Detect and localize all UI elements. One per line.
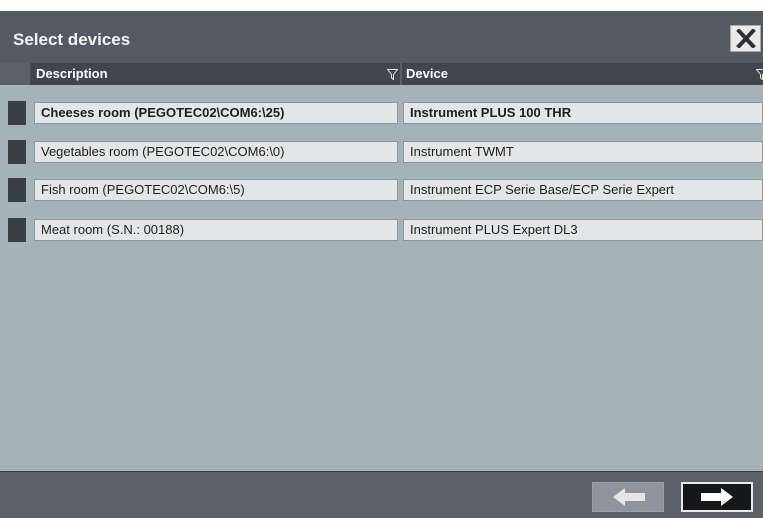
close-icon (736, 29, 756, 48)
table-cell-description[interactable]: Meat room (S.N.: 00188) (34, 219, 398, 241)
row-selector[interactable] (8, 218, 26, 242)
table-cell-device[interactable]: Instrument TWMT (403, 141, 763, 163)
dialog-title: Select devices (13, 30, 131, 49)
device-list-area: Description Device Cheeses room (PEGOTEC… (0, 63, 763, 471)
close-button[interactable] (730, 25, 761, 52)
dialog-footer (0, 471, 763, 518)
arrow-right-icon (701, 488, 733, 506)
row-selector[interactable] (8, 140, 26, 164)
column-header-device[interactable]: Device (402, 63, 763, 85)
table-cell-device[interactable]: Instrument PLUS 100 THR (403, 102, 763, 124)
table-cell-device[interactable]: Instrument ECP Serie Base/ECP Serie Expe… (403, 179, 763, 201)
select-devices-dialog: Select devices Description Device Cheese… (0, 11, 763, 518)
table-header: Description Device (0, 63, 763, 85)
arrow-left-icon (613, 488, 645, 506)
column-header-description[interactable]: Description (30, 63, 400, 85)
row-selector[interactable] (8, 101, 26, 125)
column-header-device-label: Device (406, 66, 448, 81)
title-bar: Select devices (0, 11, 763, 63)
column-header-description-label: Description (36, 66, 108, 81)
table-cell-description[interactable]: Fish room (PEGOTEC02\COM6:\5) (34, 179, 398, 201)
filter-icon[interactable] (756, 69, 763, 80)
next-button[interactable] (681, 482, 753, 512)
previous-button[interactable] (592, 482, 664, 512)
table-cell-description[interactable]: Cheeses room (PEGOTEC02\COM6:\25) (34, 102, 398, 124)
table-cell-device[interactable]: Instrument PLUS Expert DL3 (403, 219, 763, 241)
filter-icon[interactable] (387, 69, 398, 80)
row-selector[interactable] (8, 178, 26, 202)
table-cell-description[interactable]: Vegetables room (PEGOTEC02\COM6:\0) (34, 141, 398, 163)
